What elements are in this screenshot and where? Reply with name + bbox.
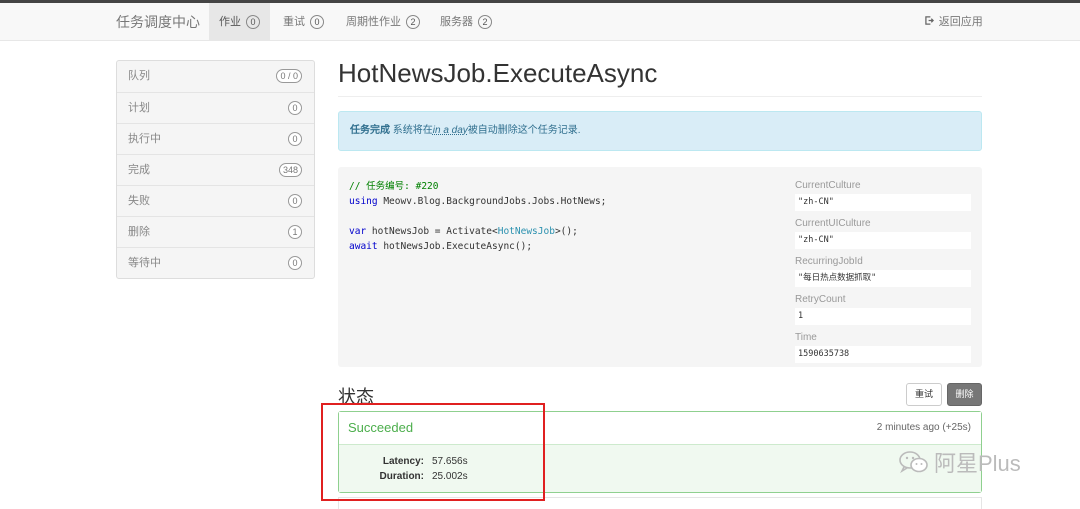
param-label: CurrentCulture xyxy=(795,180,861,191)
nav-recurring-label: 周期性作业 xyxy=(346,16,401,28)
param-value: "zh-CN" xyxy=(795,232,971,249)
sidebar-item-count: 0 / 0 xyxy=(276,69,302,83)
page-title: HotNewsJob.ExecuteAsync xyxy=(338,58,658,88)
sign-out-icon xyxy=(925,16,937,28)
nav-retries[interactable]: 重试 0 xyxy=(273,3,334,41)
sidebar-item-label: 队列 xyxy=(128,70,150,82)
sidebar-item-label: 删除 xyxy=(128,226,150,238)
watermark-text: 阿星Plus xyxy=(934,451,1021,476)
sidebar-item-deleted[interactable]: 删除 1 xyxy=(117,216,314,247)
back-to-app-label: 返回应用 xyxy=(938,16,983,28)
alert-strong: 任务完成 xyxy=(350,125,390,136)
job-code: // 任务编号: #220 using Meowv.Blog.Backgroun… xyxy=(349,179,606,254)
sidebar-item-count: 0 xyxy=(288,194,302,208)
param-value: 1 xyxy=(795,308,971,325)
nav-servers-label: 服务器 xyxy=(440,16,473,28)
alert-before: 系统将在 xyxy=(390,125,433,136)
sidebar-item-label: 失败 xyxy=(128,195,150,207)
job-details-box: // 任务编号: #220 using Meowv.Blog.Backgroun… xyxy=(338,167,982,367)
sidebar-item-scheduled[interactable]: 计划 0 xyxy=(117,92,314,123)
retry-button[interactable]: 重试 xyxy=(906,383,942,406)
nav-servers-count: 2 xyxy=(478,15,493,29)
alert-time: in a day xyxy=(432,125,468,136)
param-label: RecurringJobId xyxy=(795,256,863,267)
code-text: Meowv.Blog.BackgroundJobs.Jobs.HotNews; xyxy=(377,196,607,207)
alert-after: 被自动删除这个任务记录. xyxy=(467,125,581,136)
sidebar: 队列 0 / 0 计划 0 执行中 0 完成 348 失败 0 删除 1 等待中 0 xyxy=(116,60,315,279)
nav-retries-count: 0 xyxy=(310,15,325,29)
nav-recurring[interactable]: 周期性作业 2 xyxy=(336,3,430,41)
red-highlight-box xyxy=(321,403,545,501)
sidebar-item-label: 等待中 xyxy=(128,257,161,269)
nav-jobs[interactable]: 作业 0 xyxy=(209,3,271,41)
sidebar-item-failed[interactable]: 失败 0 xyxy=(117,185,314,216)
param-label: RetryCount xyxy=(795,294,846,305)
param-value: 1590635738 xyxy=(795,346,971,363)
sidebar-item-succeeded[interactable]: 完成 348 xyxy=(117,154,314,185)
code-text: >(); xyxy=(554,226,578,237)
watermark: 阿星Plus xyxy=(898,446,1021,476)
sidebar-item-label: 执行中 xyxy=(128,133,161,145)
code-comment: // 任务编号: #220 xyxy=(349,181,439,192)
completion-alert: 任务完成 系统将在in a day被自动删除这个任务记录. xyxy=(338,111,982,151)
delete-button[interactable]: 删除 xyxy=(947,383,982,406)
sidebar-item-processing[interactable]: 执行中 0 xyxy=(117,123,314,154)
nav-jobs-count: 0 xyxy=(246,15,261,29)
navbar: 任务调度中心 作业 0 重试 0 周期性作业 2 服务器 2 返回应用 xyxy=(0,3,1080,41)
code-text: hotNewsJob.ExecuteAsync(); xyxy=(377,241,533,252)
sidebar-item-count: 1 xyxy=(288,225,302,239)
job-parameters: CurrentCulture "zh-CN" CurrentUICulture … xyxy=(795,179,971,369)
code-keyword: await xyxy=(349,241,378,252)
nav-recurring-count: 2 xyxy=(406,15,421,29)
param-value: "zh-CN" xyxy=(795,194,971,211)
sidebar-item-label: 完成 xyxy=(128,164,150,176)
code-keyword: using xyxy=(349,196,378,207)
sidebar-item-awaiting[interactable]: 等待中 0 xyxy=(117,247,314,278)
nav-servers[interactable]: 服务器 2 xyxy=(430,3,502,41)
param-label: Time xyxy=(795,332,817,343)
back-to-app-link[interactable]: 返回应用 xyxy=(925,3,983,41)
nav-retries-label: 重试 xyxy=(283,16,305,28)
sidebar-item-enqueued[interactable]: 队列 0 / 0 xyxy=(117,61,314,92)
sidebar-item-label: 计划 xyxy=(128,102,150,114)
code-keyword: var xyxy=(349,226,367,237)
sidebar-item-count: 0 xyxy=(288,101,302,115)
param-value: "每日热点数据抓取" xyxy=(795,270,971,287)
code-type: HotNewsJob xyxy=(497,226,555,237)
code-text: hotNewsJob = Activate< xyxy=(366,226,498,237)
wechat-icon xyxy=(898,449,930,475)
title-divider xyxy=(338,96,982,97)
param-label: CurrentUICulture xyxy=(795,218,871,229)
brand-title[interactable]: 任务调度中心 xyxy=(116,12,200,32)
sidebar-item-count: 0 xyxy=(288,132,302,146)
state-time: 2 minutes ago (+25s) xyxy=(876,422,971,433)
sidebar-item-count: 348 xyxy=(278,163,302,177)
nav-jobs-label: 作业 xyxy=(219,16,241,28)
sidebar-item-count: 0 xyxy=(288,256,302,270)
